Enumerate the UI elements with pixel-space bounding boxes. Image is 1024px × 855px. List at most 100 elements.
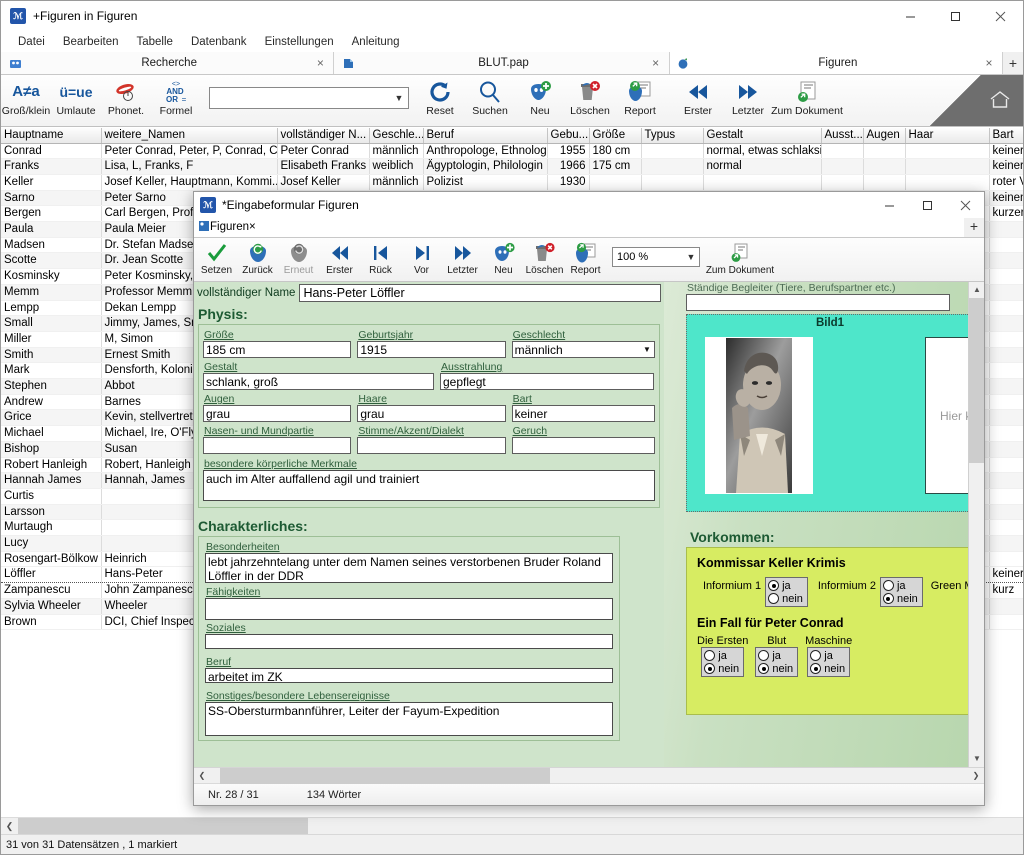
table-cell-weitere[interactable]: Peter Conrad, Peter, P, Conrad, C [101,143,278,160]
groesse-input[interactable]: 185 cm [203,341,352,358]
last-record-button[interactable]: Letzter [723,75,773,125]
col-beruf[interactable]: Beruf [423,128,548,144]
col-haar[interactable]: Haar [905,128,990,144]
table-cell-hauptname[interactable]: Zampanescu [1,582,102,599]
scrollbar-thumb[interactable] [969,298,984,463]
rueck-button[interactable]: Rück [360,238,401,281]
table-cell-haar[interactable] [905,174,990,191]
case-sensitive-button[interactable]: A≠a Groß/klein [1,75,51,125]
nasen-mundpartie-input[interactable] [203,437,352,454]
table-cell-bart[interactable] [989,362,1023,380]
scrollbar-track[interactable] [18,817,1023,835]
radio-icon[interactable] [882,580,894,591]
close-icon[interactable]: × [980,56,998,70]
table-cell-geschlecht[interactable]: männlich [369,174,424,191]
table-cell-bart[interactable] [989,284,1023,301]
table-cell-hauptname[interactable]: Keller [1,174,102,191]
chevron-down-icon[interactable]: ▼ [640,345,654,354]
table-cell-groesse[interactable] [589,174,642,191]
scroll-down-icon[interactable]: ▼ [969,751,984,767]
beruf-textarea[interactable]: arbeitet im ZK [205,668,613,683]
table-cell-weitere[interactable]: Josef Keller, Hauptmann, Kommi... [101,174,278,191]
close-icon[interactable] [978,1,1023,31]
augen-input[interactable]: grau [203,405,352,422]
menu-bearbeiten[interactable]: Bearbeiten [54,34,128,50]
table-cell-hauptname[interactable]: Bishop [1,441,102,458]
minimize-icon[interactable] [870,192,908,218]
neu-button[interactable]: Neu [483,238,524,281]
chevron-down-icon[interactable]: ▼ [390,93,408,103]
radio-option-ja[interactable]: ja [768,579,803,592]
table-cell-hauptname[interactable]: Lucy [1,535,102,552]
table-cell-hauptname[interactable]: Mark [1,362,102,380]
radio-option-nein[interactable]: nein [810,662,845,675]
radio-icon[interactable] [758,663,770,674]
scroll-left-icon[interactable]: ❮ [1,821,18,832]
photo-frame-1[interactable] [705,337,813,494]
search-input[interactable]: ▼ [209,87,409,109]
tab-recherche[interactable]: Recherche × [1,52,335,74]
table-cell-typus[interactable] [641,143,704,160]
table-cell-bart[interactable] [989,268,1023,285]
loeschen-button[interactable]: Löschen [524,238,565,281]
menu-anleitung[interactable]: Anleitung [343,34,409,50]
table-cell-hauptname[interactable]: Smith [1,347,102,364]
faehigkeiten-textarea[interactable] [205,598,613,620]
dialog-tab-figuren[interactable]: Figuren × [194,217,964,237]
tab-blut-pap[interactable]: BLUT.pap × [334,52,670,74]
close-icon[interactable]: × [249,221,256,233]
radio-option-nein[interactable]: nein [704,662,739,675]
soziales-textarea[interactable] [205,634,613,649]
formula-button[interactable]: <> AND OR = Formel [151,75,201,125]
table-cell-haar[interactable] [905,158,990,175]
table-cell-geburt[interactable]: 1955 [547,143,590,160]
scroll-up-icon[interactable]: ▲ [969,282,984,298]
scrollbar-thumb[interactable] [18,817,308,835]
table-cell-ausst[interactable] [821,143,864,160]
besonderheiten-textarea[interactable]: lebt jahrzehntelang unter dem Namen sein… [205,553,613,583]
table-cell-augen[interactable] [863,158,906,175]
radio-icon[interactable] [810,663,822,674]
table-cell-bart[interactable]: keiner [989,158,1023,175]
table-cell-bart[interactable]: kurzer, [989,205,1023,223]
radio-group-blut[interactable]: ja nein [755,647,799,677]
table-cell-hauptname[interactable]: Murtaugh [1,519,102,537]
table-cell-bart[interactable] [989,237,1023,254]
table-cell-hauptname[interactable]: Lempp [1,300,102,317]
table-cell-hauptname[interactable]: Hannah James [1,472,102,489]
setzen-button[interactable]: Setzen [196,238,237,281]
geschlecht-select[interactable]: männlich ▼ [511,341,655,358]
table-cell-hauptname[interactable]: Paula [1,221,102,238]
table-cell-haar[interactable] [905,143,990,160]
maximize-icon[interactable] [933,1,978,31]
vor-button[interactable]: Vor [401,238,442,281]
col-typus[interactable]: Typus [641,128,704,144]
table-cell-bart[interactable] [989,425,1023,442]
table-cell-beruf[interactable]: Ägyptologin, Philologin [423,158,548,175]
table-cell-augen[interactable] [863,174,906,191]
table-cell-bart[interactable] [989,504,1023,521]
zum-dokument-button[interactable]: Zum Dokument [704,238,776,281]
table-cell-hauptname[interactable]: Robert Hanleigh [1,457,102,474]
radio-option-ja[interactable]: ja [882,579,918,592]
table-cell-gestalt[interactable]: normal, etwas schlaksig [703,143,822,160]
table-row[interactable]: Franks Lisa, L, Franks, F Elisabeth Franks… [1,158,1023,175]
radio-icon[interactable] [810,650,822,661]
table-cell-typus[interactable] [641,158,704,175]
radio-icon[interactable] [704,663,716,674]
radio-option-nein[interactable]: nein [882,592,918,605]
table-cell-augen[interactable] [863,143,906,160]
table-cell-hauptname[interactable]: Curtis [1,488,102,505]
radio-icon[interactable] [882,593,894,604]
table-cell-bart[interactable] [989,409,1023,427]
table-cell-beruf[interactable]: Polizist [423,174,548,191]
scroll-right-icon[interactable]: ❯ [968,771,984,780]
col-groesse[interactable]: Größe [589,128,642,144]
table-cell-voll[interactable]: Peter Conrad [277,143,370,160]
haare-input[interactable]: grau [357,405,506,422]
umlaut-button[interactable]: ü=ue Umlaute [51,75,101,125]
begleiter-input[interactable] [686,294,950,311]
table-cell-bart[interactable] [989,614,1023,631]
col-geburtsjahr[interactable]: Gebu... [547,128,590,144]
table-cell-bart[interactable] [989,300,1023,317]
